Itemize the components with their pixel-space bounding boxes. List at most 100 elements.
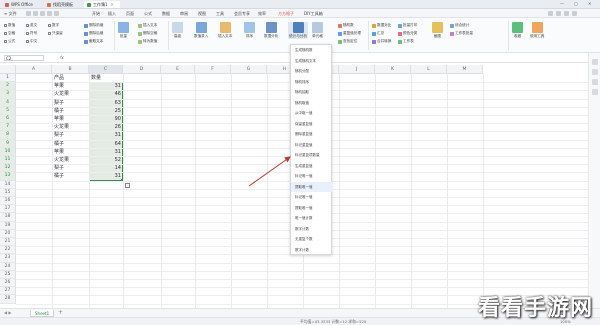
quantity-cell[interactable]: 31 bbox=[89, 148, 123, 156]
maximize-icon[interactable]: ▢ bbox=[574, 1, 578, 6]
name-box[interactable]: C2 bbox=[4, 55, 44, 61]
row-header-20[interactable]: 20 bbox=[0, 229, 16, 238]
product-cell[interactable]: 苹果 bbox=[52, 115, 89, 123]
row-header-25[interactable]: 25 bbox=[0, 270, 16, 279]
menu-formula[interactable]: 公式 bbox=[144, 11, 152, 17]
save-icon[interactable] bbox=[26, 11, 31, 16]
properties-icon[interactable] bbox=[592, 59, 598, 65]
row-header-1[interactable]: 1 bbox=[0, 74, 16, 83]
menu-member[interactable]: 会员专享 bbox=[234, 11, 250, 17]
check-number[interactable]: 数值 bbox=[4, 23, 15, 28]
row-header-24[interactable]: 24 bbox=[0, 262, 16, 271]
row-header-5[interactable]: 5 bbox=[0, 106, 16, 115]
redo-icon[interactable] bbox=[47, 11, 52, 16]
share-icon[interactable] bbox=[556, 11, 561, 16]
data-compare-button[interactable]: 数据对比 bbox=[372, 23, 391, 28]
header-cell-quantity[interactable]: 数量 bbox=[89, 74, 123, 82]
quantity-cell[interactable]: 31 bbox=[89, 82, 123, 90]
column-header-d[interactable]: D bbox=[123, 65, 161, 74]
row-header-19[interactable]: 19 bbox=[0, 221, 16, 230]
screenshot-button[interactable]: 截图 bbox=[432, 22, 443, 39]
product-cell[interactable]: 苹果 bbox=[52, 82, 89, 90]
column-header-f[interactable]: F bbox=[195, 65, 231, 74]
column-header-e[interactable]: E bbox=[161, 65, 195, 74]
row-header-12[interactable]: 12 bbox=[0, 164, 16, 173]
column-header-g[interactable]: G bbox=[231, 65, 267, 74]
product-cell[interactable]: 梨子 bbox=[52, 99, 89, 107]
sheet-nav-icon[interactable]: ◀ ▶ bbox=[4, 310, 11, 315]
close-window-icon[interactable]: ✕ bbox=[588, 1, 591, 6]
row-header-6[interactable]: 6 bbox=[0, 115, 16, 124]
random-button[interactable]: 随机数 bbox=[338, 23, 354, 28]
row-header-13[interactable]: 13 bbox=[0, 172, 16, 181]
row-header-11[interactable]: 11 bbox=[0, 156, 16, 165]
tab-wps-home[interactable]: WPS Office bbox=[2, 1, 42, 8]
dropdown-item[interactable]: 随机分配 bbox=[291, 66, 333, 77]
row-header-26[interactable]: 26 bbox=[0, 279, 16, 288]
dropdown-item[interactable]: 从中取一值 bbox=[291, 108, 333, 119]
sheet-batch-button[interactable]: 工作表批量 bbox=[450, 31, 473, 36]
use-tools-button[interactable]: 使用工具 bbox=[530, 22, 544, 39]
check-formula[interactable]: 公式 bbox=[4, 39, 15, 44]
column-header-j[interactable]: J bbox=[339, 65, 375, 74]
quantity-cell[interactable]: 46 bbox=[89, 90, 123, 98]
row-header-2[interactable]: 2 bbox=[0, 82, 16, 91]
dropdown-item[interactable]: 生成随机数 bbox=[291, 45, 333, 56]
select-icon[interactable] bbox=[592, 79, 598, 85]
check-keep-only[interactable]: 只保留 bbox=[48, 31, 63, 36]
menu-tools[interactable]: 工具 bbox=[216, 11, 224, 17]
dropdown-item[interactable]: 数字计数 bbox=[291, 224, 333, 235]
dropdown-item[interactable]: 标记唯一值 bbox=[291, 192, 333, 203]
batch-print-button[interactable]: 批量打印 bbox=[398, 23, 417, 28]
delete-suffix-button[interactable]: 删除后缀 bbox=[84, 31, 103, 36]
dropdown-item[interactable]: 随机抽取 bbox=[291, 87, 333, 98]
summary-button[interactable]: 汇总 bbox=[372, 31, 384, 36]
row-header-14[interactable]: 14 bbox=[0, 180, 16, 189]
row-header-16[interactable]: 16 bbox=[0, 197, 16, 206]
row-header-7[interactable]: 7 bbox=[0, 123, 16, 132]
dropdown-item[interactable]: 随机取值 bbox=[291, 98, 333, 109]
quantity-cell[interactable]: 31 bbox=[89, 131, 123, 139]
statistics-analysis-button[interactable]: 统计与分析 bbox=[288, 22, 308, 39]
row-header-15[interactable]: 15 bbox=[0, 188, 16, 197]
product-cell[interactable]: 橘子 bbox=[52, 107, 89, 115]
product-cell[interactable]: 梨子 bbox=[52, 131, 89, 139]
check-chinese[interactable]: 中文 bbox=[26, 39, 37, 44]
dropdown-item[interactable]: 提取唯一值 bbox=[291, 203, 333, 214]
sort-button[interactable]: 排序 bbox=[244, 22, 255, 39]
user-icon[interactable] bbox=[564, 11, 569, 16]
tab-template[interactable]: 找稻壳模板 bbox=[44, 1, 82, 8]
quick-analysis-icon[interactable] bbox=[125, 182, 130, 188]
minimize-icon[interactable]: — bbox=[560, 1, 564, 6]
overall-stats-button[interactable]: 综合统计 bbox=[450, 23, 469, 28]
dropdown-item[interactable]: 标记重复值 bbox=[291, 140, 333, 151]
quantity-cell[interactable]: 90 bbox=[89, 115, 123, 123]
add-sheet-icon[interactable]: + bbox=[58, 309, 63, 316]
settings-icon[interactable] bbox=[572, 11, 577, 16]
style-icon[interactable] bbox=[592, 69, 598, 75]
row-header-21[interactable]: 21 bbox=[0, 238, 16, 247]
row-header-27[interactable]: 27 bbox=[0, 287, 16, 296]
product-cell[interactable]: 橘子 bbox=[52, 140, 89, 148]
row-header-17[interactable]: 17 bbox=[0, 205, 16, 214]
row-header-9[interactable]: 9 bbox=[0, 139, 16, 148]
dropdown-item[interactable]: 标记重复项数量 bbox=[291, 150, 333, 161]
quantity-cell[interactable]: 31 bbox=[89, 172, 123, 180]
quantity-cell[interactable]: 63 bbox=[89, 99, 123, 107]
column-header-b[interactable]: B bbox=[52, 65, 89, 74]
tab-workbook[interactable]: 工作簿1 × bbox=[84, 1, 120, 8]
quantity-cell[interactable]: 14 bbox=[89, 164, 123, 172]
worksheet-button[interactable]: 工作表 bbox=[398, 39, 414, 44]
row-header-22[interactable]: 22 bbox=[0, 246, 16, 255]
dropdown-item[interactable]: 生成重复值 bbox=[291, 161, 333, 172]
menu-fangfanggezi[interactable]: 方方格子 bbox=[278, 11, 294, 19]
row-header-23[interactable]: 23 bbox=[0, 254, 16, 263]
row-header-4[interactable]: 4 bbox=[0, 98, 16, 107]
data-analysis-button[interactable]: 数据分析 bbox=[264, 22, 278, 39]
product-cell[interactable]: 梨子 bbox=[52, 164, 89, 172]
quantity-cell[interactable]: 52 bbox=[89, 156, 123, 164]
find-locate-button[interactable]: 查找定位 bbox=[338, 39, 357, 44]
row-header-18[interactable]: 18 bbox=[0, 213, 16, 222]
menu-file[interactable]: ≡ 文件 bbox=[4, 11, 17, 17]
row-header-3[interactable]: 3 bbox=[0, 90, 16, 99]
